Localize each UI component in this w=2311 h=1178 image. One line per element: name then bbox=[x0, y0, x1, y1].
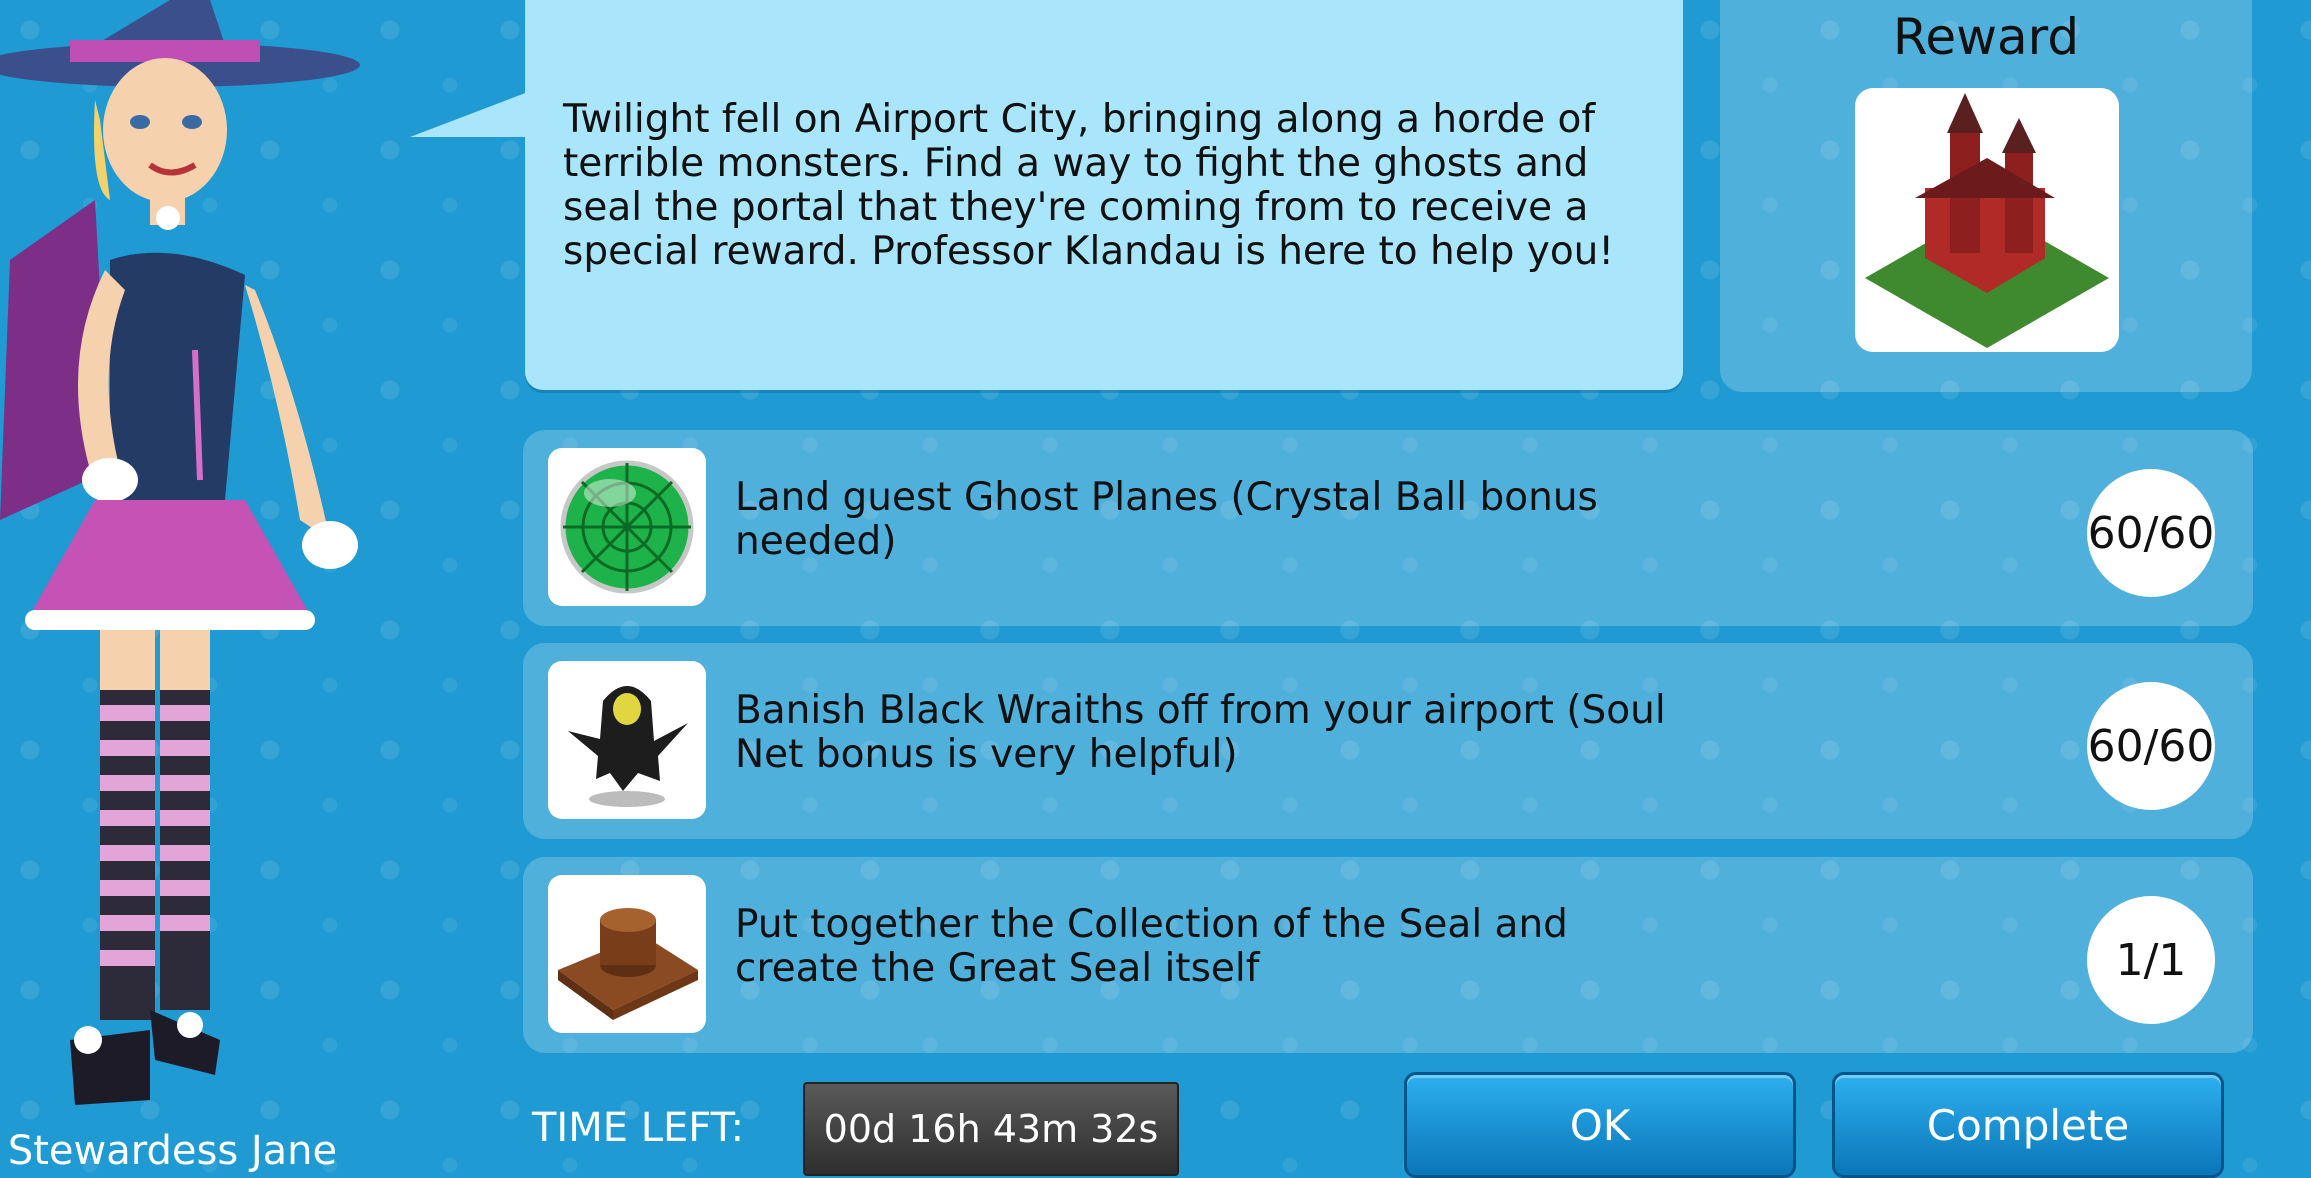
character-name: Stewardess Jane bbox=[7, 1128, 338, 1174]
task-progress-badge: 1/1 bbox=[2087, 896, 2215, 1024]
reward-title: Reward bbox=[1892, 8, 2080, 66]
ok-button[interactable]: OK bbox=[1404, 1072, 1796, 1178]
time-left-value: 00d 16h 43m 32s bbox=[803, 1082, 1179, 1176]
character-stewardess-jane bbox=[0, 0, 380, 1120]
speech-bubble-tail bbox=[410, 92, 528, 137]
black-wraith-icon bbox=[548, 661, 706, 819]
castle-reward-icon bbox=[1855, 88, 2119, 352]
reward-panel: Reward bbox=[1720, 0, 2252, 392]
task-row: Land guest Ghost Planes (Crystal Ball bo… bbox=[523, 430, 2253, 626]
crystal-ball-icon bbox=[548, 448, 706, 606]
task-description: Banish Black Wraiths off from your airpo… bbox=[735, 688, 1666, 777]
great-seal-icon bbox=[548, 875, 706, 1033]
task-progress-badge: 60/60 bbox=[2087, 469, 2215, 597]
task-row: Banish Black Wraiths off from your airpo… bbox=[523, 643, 2253, 839]
task-row: Put together the Collection of the Seal … bbox=[523, 857, 2253, 1053]
task-progress-badge: 60/60 bbox=[2087, 682, 2215, 810]
task-description: Land guest Ghost Planes (Crystal Ball bo… bbox=[735, 475, 1598, 564]
complete-button[interactable]: Complete bbox=[1832, 1072, 2224, 1178]
task-description: Put together the Collection of the Seal … bbox=[735, 902, 1568, 991]
time-left-label: TIME LEFT: bbox=[532, 1105, 745, 1151]
speech-bubble: Twilight fell on Airport City, bringing … bbox=[525, 0, 1683, 390]
quest-story-text: Twilight fell on Airport City, bringing … bbox=[563, 97, 1615, 274]
